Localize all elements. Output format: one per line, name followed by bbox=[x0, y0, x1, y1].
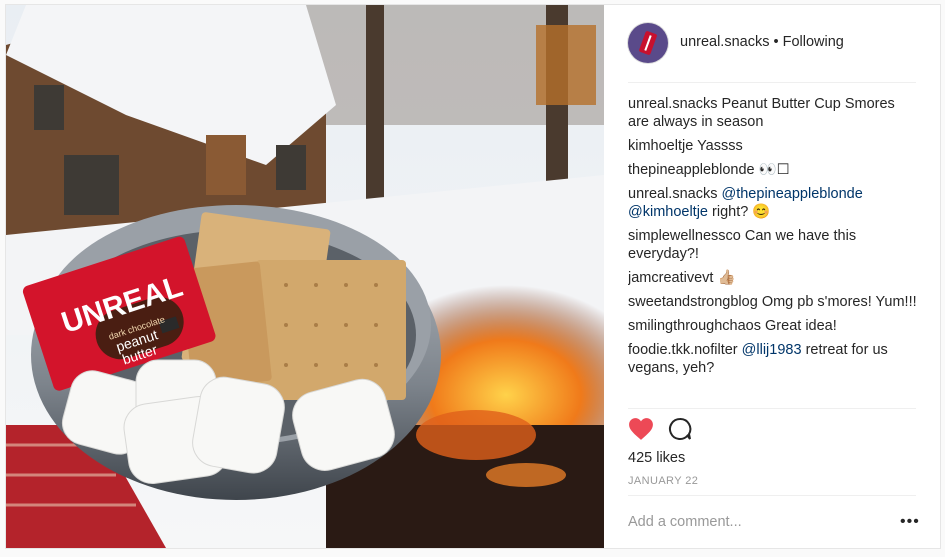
comment-item: kimhoeltje Yassss bbox=[628, 137, 918, 155]
comment-item: foodie.tkk.nofilter @llij1983 retreat fo… bbox=[628, 341, 918, 377]
comment-text: 👍🏼 bbox=[717, 270, 736, 286]
comment-icon[interactable] bbox=[668, 417, 692, 441]
avatar[interactable] bbox=[628, 23, 668, 63]
comment-text: right? 😊 bbox=[712, 204, 771, 220]
header-divider bbox=[628, 82, 916, 83]
comment-username[interactable]: kimhoeltje bbox=[628, 138, 693, 154]
comment-text: Omg pb s'mores! Yum!!! bbox=[761, 294, 917, 310]
comment-mention[interactable]: @llij1983 bbox=[742, 342, 802, 358]
comment-mention[interactable]: @thepineappleblonde bbox=[722, 186, 863, 202]
header-username[interactable]: unreal.snacks bbox=[680, 34, 769, 50]
comments-divider bbox=[628, 408, 916, 409]
heart-icon[interactable] bbox=[628, 417, 654, 441]
add-comment-input[interactable]: Add a comment... bbox=[628, 514, 742, 530]
comment-mention[interactable]: @kimhoeltje bbox=[628, 204, 708, 220]
comment-item: jamcreativevt 👍🏼 bbox=[628, 269, 918, 287]
comment-username[interactable]: sweetandstrongblog bbox=[628, 294, 758, 310]
action-bar bbox=[628, 415, 916, 445]
comment-username[interactable]: thepineappleblonde bbox=[628, 162, 755, 178]
comment-username[interactable]: foodie.tkk.nofilter bbox=[628, 342, 738, 358]
post-header: unreal.snacks • Following bbox=[628, 23, 916, 67]
comment-username[interactable]: unreal.snacks bbox=[628, 186, 717, 202]
comment-username[interactable]: unreal.snacks bbox=[628, 96, 717, 112]
comment-text: 👀☐ bbox=[758, 162, 790, 178]
comment-item: thepineappleblonde 👀☐ bbox=[628, 161, 918, 179]
comment-item: unreal.snacks @thepineappleblonde @kimho… bbox=[628, 185, 918, 221]
comment-text: Great idea! bbox=[765, 318, 837, 334]
comments-list[interactable]: unreal.snacks Peanut Butter Cup Smores a… bbox=[628, 95, 918, 405]
header-separator: • bbox=[773, 34, 779, 50]
photo-illustration: UNREAL dark chocolate peanut butter bbox=[6, 5, 604, 548]
post-date: JANUARY 22 bbox=[628, 475, 699, 487]
footer-divider bbox=[628, 495, 916, 496]
more-options-button[interactable]: ••• bbox=[900, 513, 920, 531]
post-card: UNREAL dark chocolate peanut butter unre… bbox=[5, 4, 941, 549]
comment-item: simplewellnessco Can we have this everyd… bbox=[628, 227, 918, 263]
likes-count[interactable]: 425 likes bbox=[628, 450, 685, 466]
comment-item: smilingthroughchaos Great idea! bbox=[628, 317, 918, 335]
comment-username[interactable]: simplewellnessco bbox=[628, 228, 741, 244]
follow-status[interactable]: Following bbox=[783, 34, 844, 50]
brand-logo-icon bbox=[638, 30, 658, 56]
comment-text: Yassss bbox=[697, 138, 743, 154]
comment-username[interactable]: smilingthroughchaos bbox=[628, 318, 761, 334]
comment-item: unreal.snacks Peanut Butter Cup Smores a… bbox=[628, 95, 918, 131]
header-text: unreal.snacks • Following bbox=[680, 34, 844, 50]
comment-username[interactable]: jamcreativevt bbox=[628, 270, 713, 286]
post-side-panel: unreal.snacks • Following unreal.snacks … bbox=[604, 5, 940, 548]
post-photo[interactable]: UNREAL dark chocolate peanut butter bbox=[6, 5, 604, 548]
comment-item: sweetandstrongblog Omg pb s'mores! Yum!!… bbox=[628, 293, 918, 311]
